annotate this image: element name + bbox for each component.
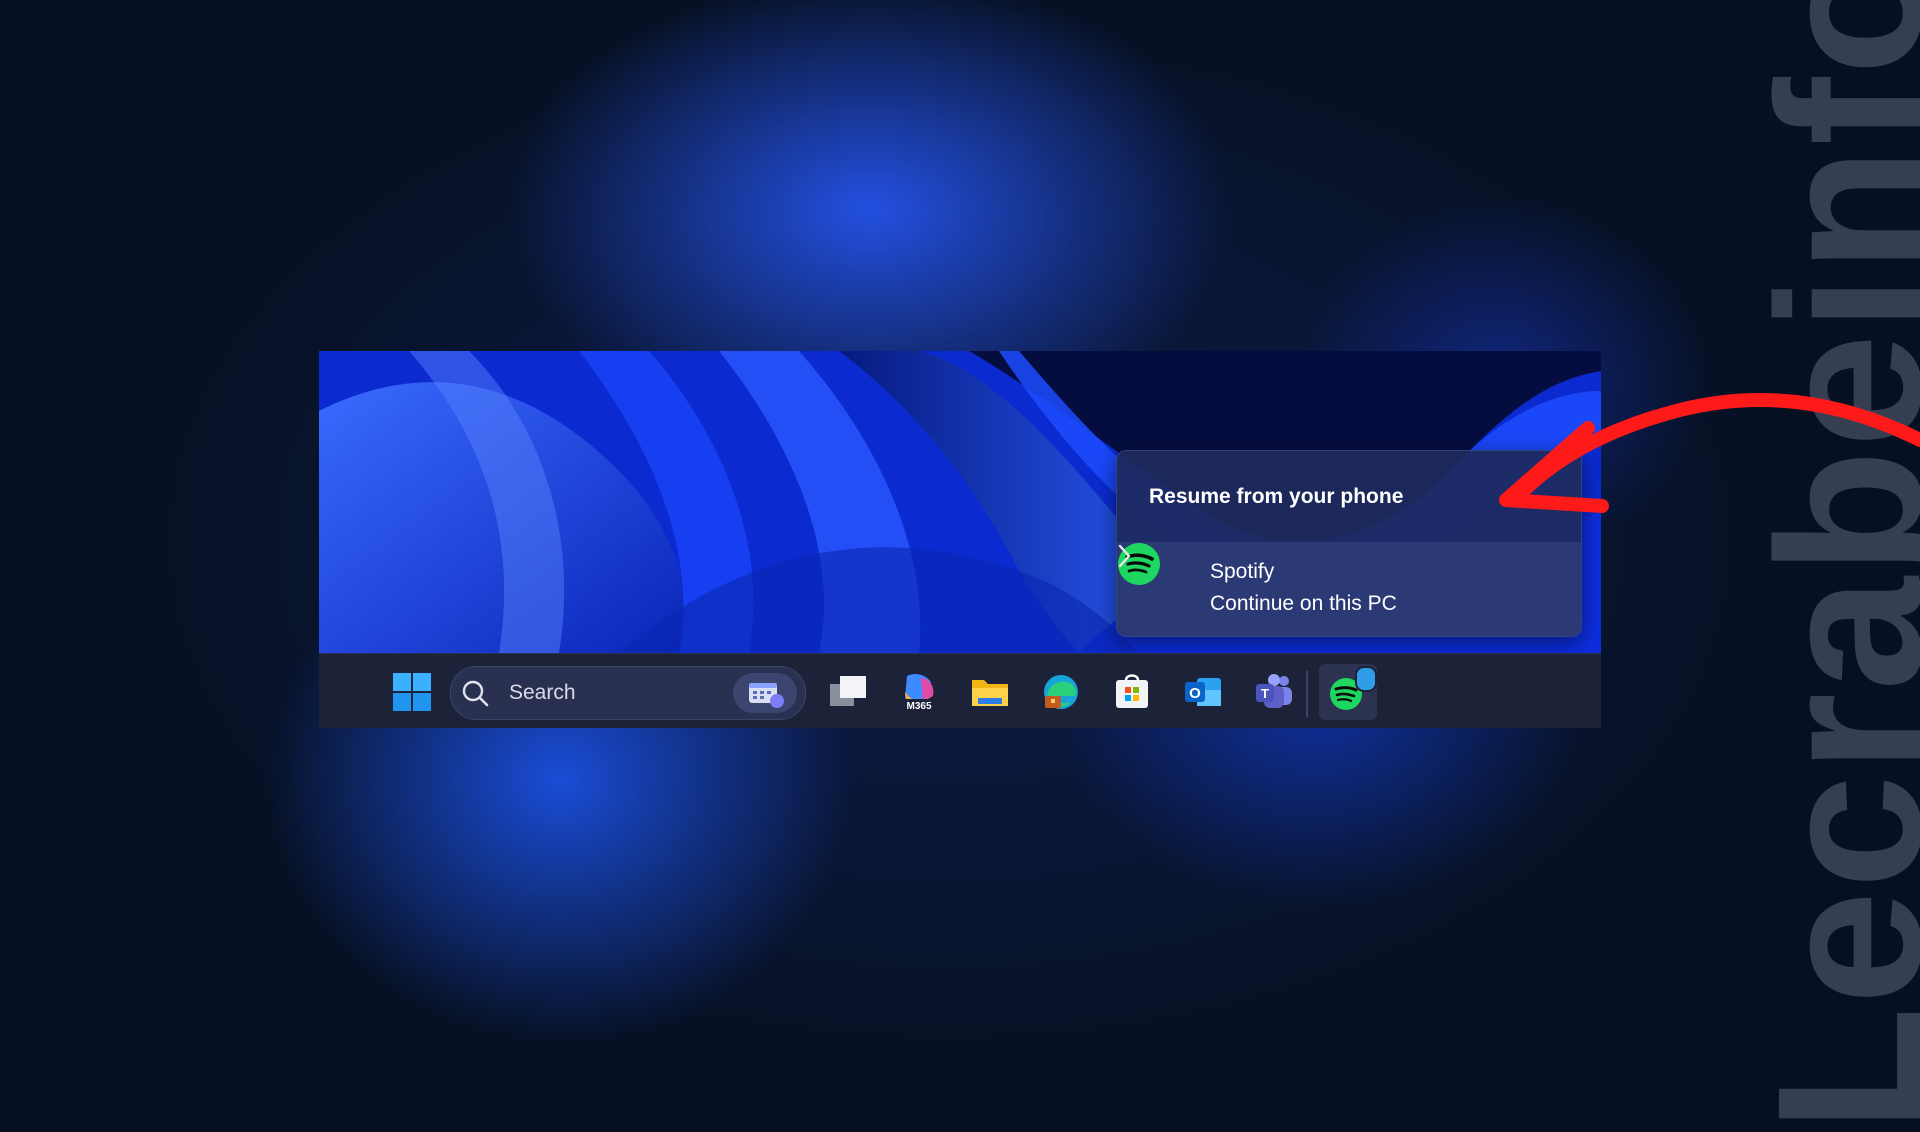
- resume-flyout: Resume from your phone Spotify Continue …: [1116, 450, 1582, 637]
- app-name: Spotify: [1210, 560, 1275, 583]
- microsoft-365-button[interactable]: M365: [890, 664, 948, 720]
- search-placeholder: Search: [509, 681, 576, 704]
- chevron-right-icon: [1118, 544, 1131, 568]
- edge-button[interactable]: [1032, 664, 1090, 720]
- taskbar: Search M365 O T: [319, 653, 1601, 728]
- continue-label: Continue on this PC: [1210, 592, 1397, 615]
- teams-icon: T: [1256, 674, 1292, 708]
- store-icon: [1116, 674, 1148, 708]
- svg-text:T: T: [1261, 686, 1269, 701]
- outlook-icon: O: [1185, 678, 1221, 706]
- start-button[interactable]: [383, 664, 441, 720]
- folder-icon: [972, 680, 1008, 706]
- svg-text:O: O: [1189, 685, 1201, 702]
- resume-spotify-item[interactable]: Spotify Continue on this PC: [1117, 542, 1581, 636]
- phone-badge-icon: [1355, 666, 1377, 692]
- windows-logo-icon: [393, 673, 431, 711]
- watermark: Lecrabeinfo: [1735, 0, 1920, 1132]
- file-explorer-button[interactable]: [961, 664, 1019, 720]
- flyout-title: Resume from your phone: [1149, 485, 1404, 508]
- flyout-header: Resume from your phone: [1117, 451, 1581, 541]
- task-view-icon: [830, 676, 866, 706]
- outlook-button[interactable]: O: [1174, 664, 1232, 720]
- teams-button[interactable]: T: [1245, 664, 1303, 720]
- search-box[interactable]: Search: [450, 666, 806, 720]
- search-icon: [462, 680, 489, 707]
- spotify-phone-button[interactable]: [1319, 664, 1377, 720]
- m365-icon: M365: [903, 674, 935, 712]
- task-view-button[interactable]: [819, 664, 877, 720]
- desktop-screenshot: Resume from your phone Spotify Continue …: [319, 351, 1601, 728]
- taskbar-divider: [1306, 671, 1308, 717]
- microsoft-store-button[interactable]: [1103, 664, 1161, 720]
- wallpaper: Resume from your phone Spotify Continue …: [319, 351, 1601, 653]
- edge-icon: [1044, 675, 1078, 709]
- svg-text:M365: M365: [906, 701, 931, 712]
- calendar-icon: [749, 683, 784, 708]
- search-highlight-badge[interactable]: [733, 673, 797, 713]
